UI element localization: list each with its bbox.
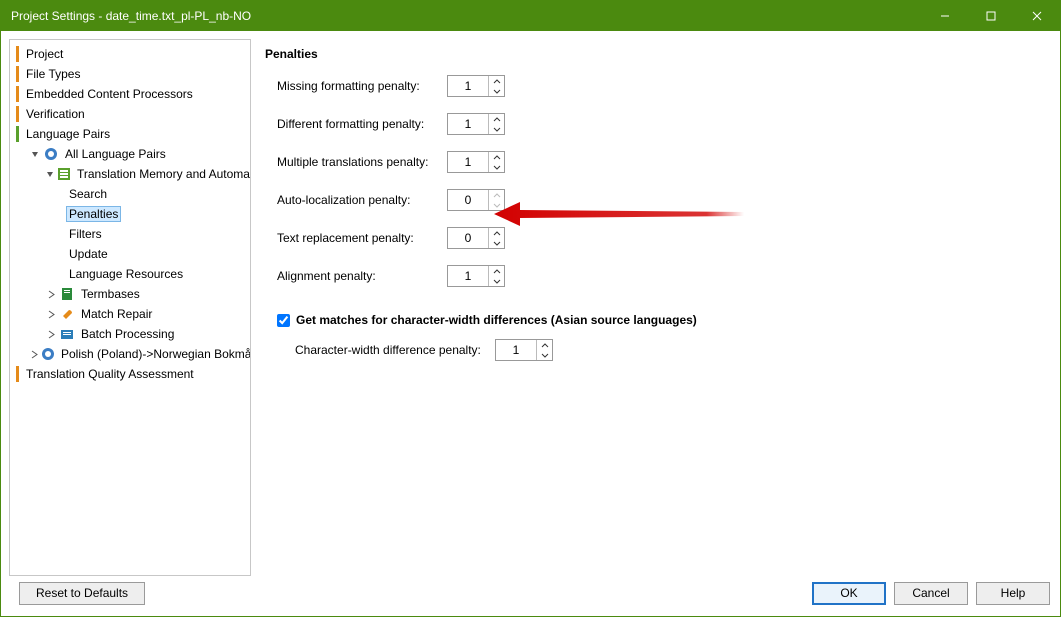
help-button[interactable]: Help [976,582,1050,605]
text-replacement-label: Text replacement penalty: [277,231,447,245]
penalties-panel: Penalties Missing formatting penalty: Di… [259,39,1052,576]
text-replacement-stepper[interactable] [447,227,505,249]
step-down-icon[interactable] [489,276,504,286]
step-up-icon[interactable] [489,152,504,162]
nav-all-language-pairs[interactable]: All Language Pairs [10,144,250,164]
character-width-input[interactable] [496,340,536,360]
step-down-icon[interactable] [489,162,504,172]
step-down-icon[interactable] [489,238,504,248]
missing-formatting-stepper[interactable] [447,75,505,97]
chevron-right-icon[interactable] [30,349,39,360]
nav-termbases[interactable]: Termbases [10,284,250,304]
batch-icon [59,326,75,342]
nav-update[interactable]: Update [10,244,250,264]
nav-translation-memory[interactable]: Translation Memory and Automated [10,164,250,184]
wrench-icon [59,306,75,322]
window-title: Project Settings - date_time.txt_pl-PL_n… [11,9,922,23]
step-down-icon[interactable] [489,86,504,96]
step-down-icon[interactable] [489,200,504,210]
different-formatting-input[interactable] [448,114,488,134]
auto-localization-stepper[interactable] [447,189,505,211]
alignment-input[interactable] [448,266,488,286]
step-up-icon[interactable] [489,228,504,238]
different-formatting-label: Different formatting penalty: [277,117,447,131]
nav-project[interactable]: Project [10,44,250,64]
nav-embedded-content[interactable]: Embedded Content Processors [10,84,250,104]
character-width-stepper[interactable] [495,339,553,361]
step-up-icon[interactable] [489,266,504,276]
different-formatting-stepper[interactable] [447,113,505,135]
step-up-icon[interactable] [489,114,504,124]
nav-file-types[interactable]: File Types [10,64,250,84]
step-down-icon[interactable] [537,350,552,360]
nav-verification[interactable]: Verification [10,104,250,124]
character-width-checkbox-label: Get matches for character-width differen… [296,313,697,327]
alignment-stepper[interactable] [447,265,505,287]
step-up-icon[interactable] [489,190,504,200]
alignment-label: Alignment penalty: [277,269,447,283]
ok-button[interactable]: OK [812,582,886,605]
chevron-down-icon[interactable] [30,149,41,160]
nav-polish-norwegian[interactable]: Polish (Poland)->Norwegian Bokmål (No [10,344,250,364]
step-up-icon[interactable] [537,340,552,350]
auto-localization-input[interactable] [448,190,488,210]
minimize-button[interactable] [922,1,968,31]
title-bar: Project Settings - date_time.txt_pl-PL_n… [1,1,1060,31]
missing-formatting-input[interactable] [448,76,488,96]
missing-formatting-label: Missing formatting penalty: [277,79,447,93]
nav-penalties[interactable]: Penalties [10,204,250,224]
character-width-label: Character-width difference penalty: [295,343,495,357]
language-icon [41,346,55,362]
nav-search[interactable]: Search [10,184,250,204]
termbase-icon [59,286,75,302]
step-down-icon[interactable] [489,124,504,134]
chevron-down-icon[interactable] [46,169,55,180]
section-heading: Penalties [265,47,1046,61]
multiple-translations-label: Multiple translations penalty: [277,155,447,169]
nav-batch-processing[interactable]: Batch Processing [10,324,250,344]
settings-tree[interactable]: Project File Types Embedded Content Proc… [9,39,251,576]
window-buttons [922,1,1060,31]
multiple-translations-stepper[interactable] [447,151,505,173]
chevron-right-icon[interactable] [46,329,57,340]
nav-filters[interactable]: Filters [10,224,250,244]
nav-language-pairs[interactable]: Language Pairs [10,124,250,144]
cancel-button[interactable]: Cancel [894,582,968,605]
chevron-right-icon[interactable] [46,309,57,320]
auto-localization-label: Auto-localization penalty: [277,193,447,207]
multiple-translations-input[interactable] [448,152,488,172]
step-up-icon[interactable] [489,76,504,86]
dialog-footer: Reset to Defaults OK Cancel Help [1,576,1060,610]
reset-to-defaults-button[interactable]: Reset to Defaults [19,582,145,605]
character-width-checkbox[interactable] [277,314,290,327]
language-icon [43,146,59,162]
nav-translation-quality[interactable]: Translation Quality Assessment [10,364,250,384]
tm-icon [57,166,71,182]
maximize-button[interactable] [968,1,1014,31]
chevron-right-icon[interactable] [46,289,57,300]
text-replacement-input[interactable] [448,228,488,248]
nav-language-resources[interactable]: Language Resources [10,264,250,284]
nav-match-repair[interactable]: Match Repair [10,304,250,324]
close-button[interactable] [1014,1,1060,31]
